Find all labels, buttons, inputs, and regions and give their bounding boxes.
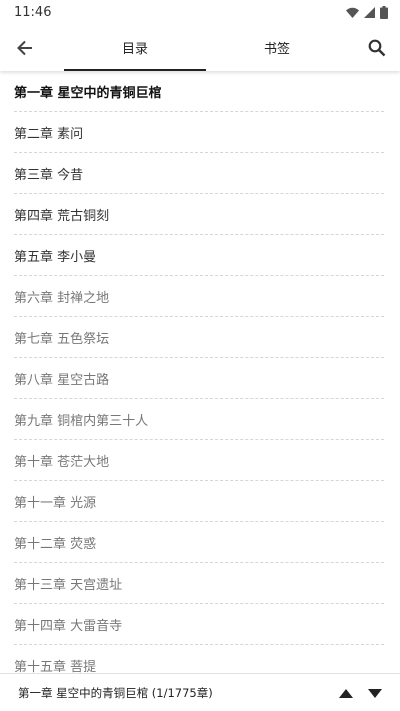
scroll-down-button[interactable] (367, 685, 383, 701)
chapter-item[interactable]: 第二章 素问 (14, 112, 384, 153)
tab-bookmark[interactable]: 书签 (206, 24, 348, 71)
chapter-item[interactable]: 第七章 五色祭坛 (14, 317, 384, 358)
chapter-item[interactable]: 第六章 封禅之地 (14, 276, 384, 317)
chapter-item[interactable]: 第十四章 大雷音寺 (14, 604, 384, 645)
scroll-up-button[interactable] (338, 685, 354, 701)
bottom-bar: 第一章 星空中的青铜巨棺 (1/1775章) (0, 673, 400, 711)
toolbar: 目录 书签 (0, 24, 400, 71)
battery-icon (380, 5, 388, 19)
search-button[interactable] (364, 35, 390, 61)
back-button[interactable] (12, 35, 38, 61)
search-icon (368, 39, 386, 57)
signal-icon (364, 6, 375, 18)
chapter-item[interactable]: 第五章 李小曼 (14, 235, 384, 276)
status-bar: 11:46 (0, 0, 400, 24)
tab-indicator (64, 69, 206, 71)
chapter-item[interactable]: 第十一章 光源 (14, 481, 384, 522)
status-icons (346, 5, 388, 19)
chapter-item-current[interactable]: 第一章 星空中的青铜巨棺 (14, 71, 384, 112)
chapter-item[interactable]: 第十章 苍茫大地 (14, 440, 384, 481)
wifi-icon (346, 7, 359, 18)
arrow-left-icon (17, 40, 32, 56)
tab-toc[interactable]: 目录 (64, 24, 206, 71)
chapter-item[interactable]: 第四章 荒古铜刻 (14, 194, 384, 235)
chapter-item[interactable]: 第十五章 菩提 (14, 645, 384, 674)
status-time: 11:46 (14, 4, 52, 20)
triangle-down-icon (368, 688, 382, 698)
chapter-item[interactable]: 第十二章 荧惑 (14, 522, 384, 563)
chapter-item[interactable]: 第三章 今昔 (14, 153, 384, 194)
current-chapter-label: 第一章 星空中的青铜巨棺 (1/1775章) (18, 685, 213, 700)
chapter-item[interactable]: 第九章 铜棺内第三十人 (14, 399, 384, 440)
triangle-up-icon (339, 688, 353, 698)
chapter-list[interactable]: 第一章 星空中的青铜巨棺 第二章 素问 第三章 今昔 第四章 荒古铜刻 第五章 … (0, 71, 400, 673)
chapter-item[interactable]: 第八章 星空古路 (14, 358, 384, 399)
chapter-item[interactable]: 第十三章 天宫遗址 (14, 563, 384, 604)
